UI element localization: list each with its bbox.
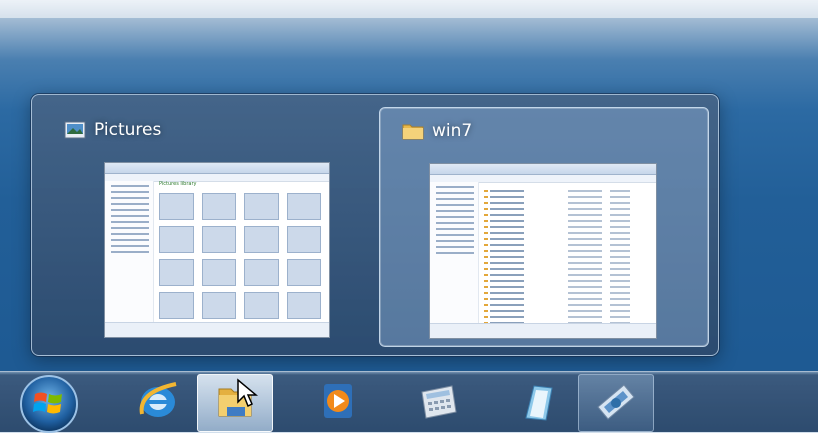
preview-heading: Pictures library (159, 181, 197, 187)
start-button[interactable] (20, 375, 78, 433)
notepad-button[interactable] (500, 374, 576, 432)
thumbnail-title-row: Pictures (64, 119, 161, 141)
internet-explorer-button[interactable] (120, 374, 196, 432)
mouse-pointer-icon (237, 378, 258, 408)
windows-explorer-button[interactable] (197, 374, 273, 432)
taskbar-thumbnail-flyout: Pictures Pictures library win7 (31, 94, 719, 356)
thumbnail-title-row: win7 (402, 120, 472, 142)
control-panel-button[interactable] (578, 374, 654, 432)
calculator-button[interactable] (400, 374, 476, 432)
thumbnail-title: win7 (432, 121, 473, 141)
taskbar (0, 371, 818, 433)
thumbnail-title: Pictures (94, 120, 162, 140)
notepad-icon (525, 385, 553, 421)
thumbnail-win7[interactable]: win7 (379, 107, 709, 347)
media-player-icon (324, 384, 352, 418)
control-panel-icon (597, 384, 635, 420)
internet-explorer-icon (139, 382, 177, 417)
folder-icon (402, 122, 424, 140)
calculator-icon (421, 385, 457, 419)
desktop-top-glow (0, 0, 818, 18)
pictures-library-icon (64, 121, 86, 139)
thumbnail-preview (429, 163, 657, 339)
thumbnail-preview: Pictures library (104, 162, 330, 338)
windows-logo-icon (33, 392, 62, 414)
thumbnail-pictures[interactable]: Pictures Pictures library (42, 107, 372, 347)
media-player-button[interactable] (300, 374, 376, 432)
